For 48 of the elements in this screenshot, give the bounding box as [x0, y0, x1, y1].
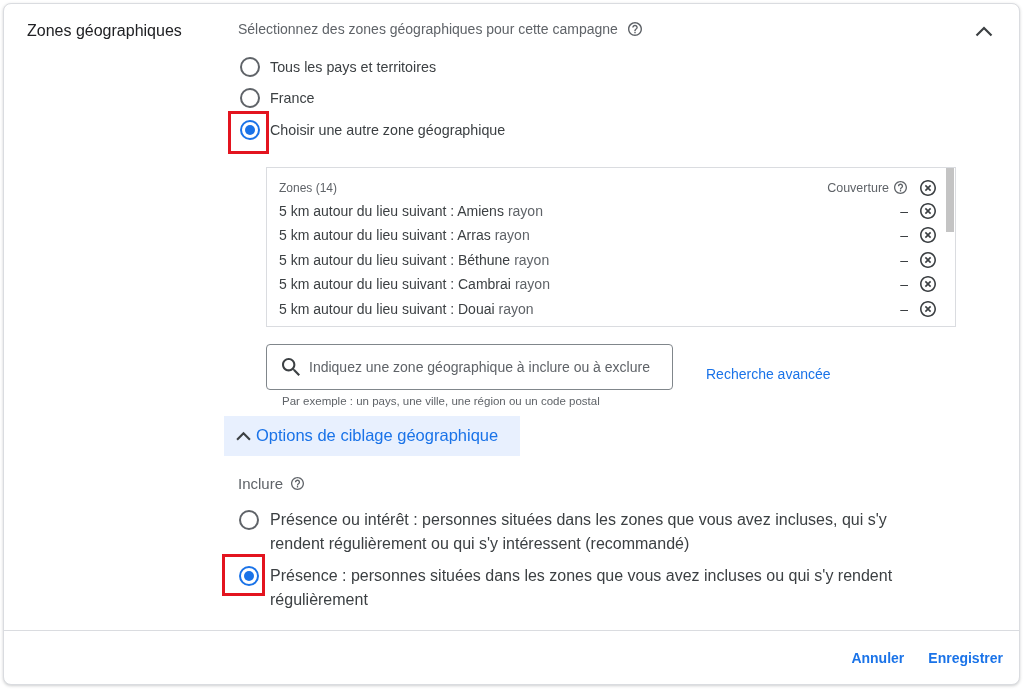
- advanced-search-link[interactable]: Recherche avancée: [706, 364, 831, 383]
- option-label: Tous les pays et territoires: [270, 57, 437, 77]
- targeting-options-toggle[interactable]: Options de ciblage géographique: [224, 415, 520, 456]
- remove-icon[interactable]: [920, 276, 936, 293]
- zone-name: 5 km autour du lieu suivant : Amiens: [279, 202, 504, 219]
- zones-count-label: Zones (14): [279, 180, 338, 195]
- radio-button[interactable]: [240, 56, 260, 77]
- footer-button[interactable]: Enregistrer: [920, 639, 1011, 676]
- section-title: Zones géographiques: [27, 21, 182, 41]
- option-label: Choisir une autre zone géographique: [270, 120, 506, 140]
- coverage-value: –: [900, 202, 908, 219]
- footer-button[interactable]: Annuler: [843, 639, 913, 676]
- radio-button[interactable]: [239, 509, 259, 530]
- help-icon[interactable]: [627, 22, 642, 36]
- zone-name: 5 km autour du lieu suivant : Arras: [279, 227, 491, 244]
- remove-icon[interactable]: [920, 227, 936, 244]
- radio-button[interactable]: [240, 119, 260, 140]
- scrollbar-thumb[interactable]: [946, 167, 954, 232]
- prompt-text: Sélectionnez des zones géographiques pour cette campagne: [238, 20, 618, 39]
- coverage-header: Couverture: [827, 180, 889, 195]
- option-label: Présence : personnes situées dans les zones que vous avez incluses ou qui s'y rendent régulièrement: [270, 565, 894, 610]
- zone-type-label: rayon: [507, 202, 543, 219]
- zone-name: 5 km autour du lieu suivant : Cambrai: [279, 276, 511, 293]
- zone-type-label: rayon: [494, 227, 530, 244]
- coverage-value: –: [900, 276, 908, 293]
- coverage-value: –: [900, 251, 908, 268]
- coverage-value: –: [900, 300, 908, 317]
- radio-button[interactable]: [239, 565, 259, 586]
- search-hint: Par exemple : un pays, une ville, une région ou un code postal: [282, 393, 600, 409]
- option-label: France: [270, 89, 315, 109]
- help-icon[interactable]: [894, 181, 907, 194]
- help-icon[interactable]: [291, 477, 305, 490]
- search-field[interactable]: Indiquez une zone géographique à inclure ou à exclure: [266, 343, 673, 390]
- include-label: Inclure: [238, 475, 284, 492]
- zone-name: 5 km autour du lieu suivant : Douai: [279, 300, 495, 317]
- zone-type-label: rayon: [514, 251, 550, 268]
- zone-type-label: rayon: [498, 300, 534, 317]
- option-label: Présence ou intérêt : personnes situées dans les zones que vous avez incluses, qui s'y rendent régulièrement ou qui s'y intéressent (recommandé): [270, 509, 888, 554]
- search-icon: [282, 357, 300, 376]
- remove-icon[interactable]: [920, 300, 936, 317]
- remove-icon[interactable]: [920, 179, 936, 196]
- remove-icon[interactable]: [920, 202, 936, 219]
- zone-name: 5 km autour du lieu suivant : Béthune: [279, 251, 511, 268]
- radio-button[interactable]: [240, 88, 260, 109]
- zone-type-label: rayon: [514, 276, 550, 293]
- remove-icon[interactable]: [920, 251, 936, 268]
- coverage-value: –: [900, 227, 908, 244]
- chevron-up-icon[interactable]: [975, 26, 993, 37]
